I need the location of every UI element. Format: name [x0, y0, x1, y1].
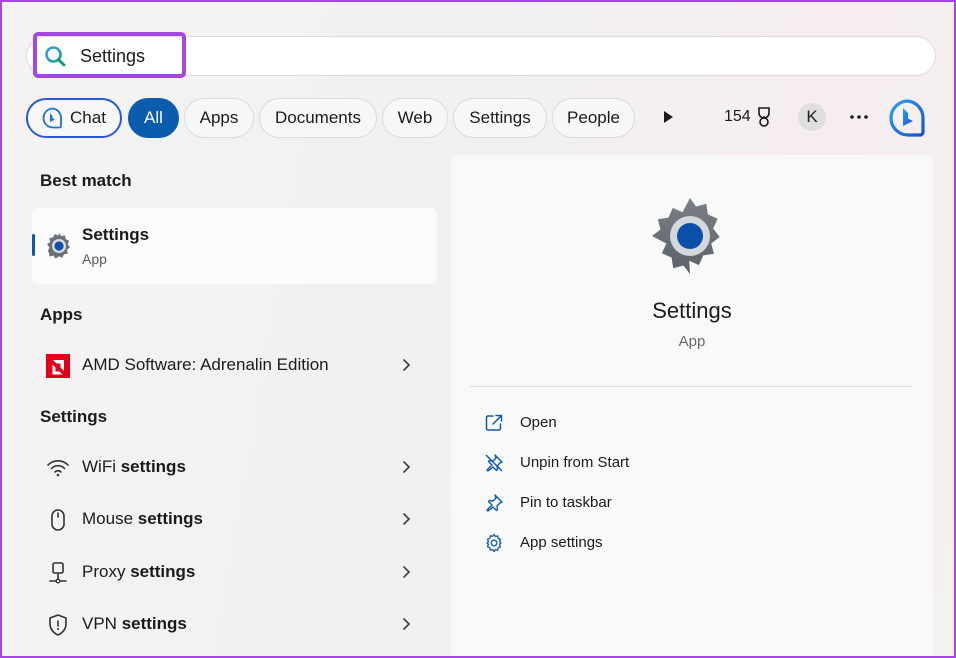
action-label: Unpin from Start — [520, 454, 630, 471]
settings-result-proxy[interactable]: Proxy settings — [32, 549, 437, 595]
best-match-heading: Best match — [40, 171, 132, 190]
chevron-right-icon[interactable] — [400, 617, 414, 631]
shield-icon — [49, 614, 67, 636]
best-match-settings-app[interactable] — [32, 208, 437, 284]
action-label: Pin to taskbar — [520, 494, 612, 511]
filter-all[interactable]: All — [128, 98, 179, 138]
chat-button[interactable]: Chat — [26, 98, 122, 138]
filter-people[interactable]: People — [552, 98, 635, 138]
wifi-icon — [47, 460, 69, 477]
filter-documents-label: Documents — [275, 108, 361, 127]
search-highlight-box — [33, 32, 186, 78]
filter-settings-label: Settings — [469, 108, 531, 127]
action-unpin-from-start[interactable]: Unpin from Start — [472, 445, 902, 481]
apps-heading: Apps — [40, 305, 83, 324]
filter-apps-label: Apps — [199, 108, 239, 127]
unpin-icon — [485, 454, 503, 472]
settings-result-mouse[interactable]: Mouse settings — [32, 496, 437, 542]
filter-documents[interactable]: Documents — [259, 98, 377, 138]
action-open[interactable]: Open — [472, 405, 902, 441]
chevron-right-icon[interactable] — [400, 460, 414, 474]
filter-settings[interactable]: Settings — [453, 98, 547, 138]
search-window: Chat All Apps Documents Web Settings Peo… — [0, 0, 956, 658]
more-options-icon[interactable] — [848, 106, 870, 128]
settings-result-label: VPN settings — [82, 614, 187, 633]
settings-result-vpn[interactable]: VPN settings — [32, 601, 437, 647]
filter-web-label: Web — [397, 108, 433, 127]
settings-result-label: Mouse settings — [82, 509, 203, 528]
avatar[interactable]: K — [798, 103, 826, 131]
settings-result-label: WiFi settings — [82, 457, 186, 476]
pin-icon — [486, 494, 503, 512]
action-label: App settings — [520, 534, 603, 551]
best-match-title: Settings — [82, 225, 150, 244]
open-external-icon — [485, 414, 503, 431]
settings-gear-icon — [47, 233, 70, 259]
chevron-right-icon[interactable] — [400, 512, 414, 526]
filter-all-label: All — [144, 108, 163, 127]
divider — [470, 386, 913, 387]
detail-subtitle: App — [678, 333, 706, 350]
bing-icon[interactable] — [888, 98, 928, 138]
app-result-amd-software[interactable]: AMD Software: Adrenalin Edition — [32, 342, 437, 388]
trophy-icon[interactable] — [754, 106, 774, 128]
settings-result-wifi[interactable]: WiFi settings — [32, 444, 437, 490]
mouse-icon — [51, 509, 65, 531]
app-result-label: AMD Software: Adrenalin Edition — [82, 355, 329, 374]
best-match-subtitle: App — [82, 251, 107, 267]
action-pin-to-taskbar[interactable]: Pin to taskbar — [472, 485, 902, 521]
chevron-right-icon[interactable] — [400, 358, 414, 372]
amd-logo-icon — [46, 354, 70, 378]
filter-apps[interactable]: Apps — [184, 98, 254, 138]
proxy-icon — [49, 562, 67, 584]
gear-icon — [486, 533, 502, 553]
settings-result-label: Proxy settings — [82, 562, 196, 581]
rewards-points[interactable]: 154 — [724, 108, 751, 126]
selection-indicator — [32, 234, 35, 256]
bing-chat-icon — [42, 107, 62, 129]
play-icon[interactable] — [660, 108, 676, 126]
action-label: Open — [520, 414, 557, 431]
filter-people-label: People — [567, 108, 620, 127]
action-app-settings[interactable]: App settings — [472, 525, 902, 561]
filter-web[interactable]: Web — [382, 98, 448, 138]
settings-gear-icon — [652, 198, 720, 274]
chevron-right-icon[interactable] — [400, 565, 414, 579]
avatar-initial: K — [806, 107, 818, 126]
settings-heading: Settings — [40, 407, 108, 426]
detail-title: Settings — [652, 298, 732, 323]
chat-label: Chat — [70, 108, 106, 127]
